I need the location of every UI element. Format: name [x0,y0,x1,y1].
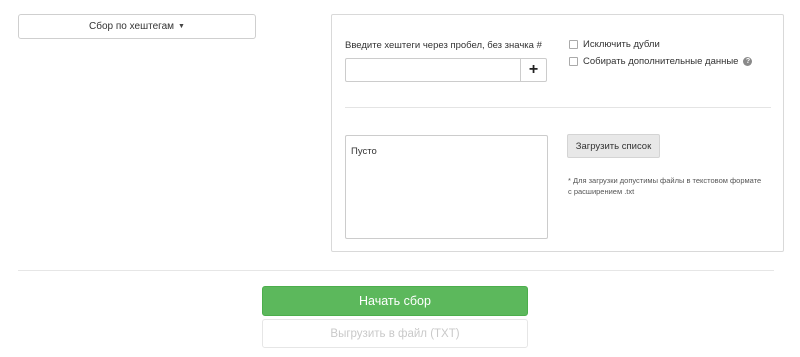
add-hashtag-button[interactable]: + [520,58,547,82]
section-divider [18,270,774,271]
exclude-duplicates-option[interactable]: Исключить дубли [569,39,660,50]
hashtag-input-hint: Введите хештеги через пробел, без значка… [345,40,542,51]
panel-divider [345,107,771,108]
collect-extra-data-option[interactable]: Собирать дополнительные данные ? [569,56,753,67]
export-txt-button[interactable]: Выгрузить в файл (TXT) [262,319,528,348]
caret-down-icon: ▼ [178,23,185,30]
collection-mode-label: Сбор по хештегам [89,21,175,32]
hashtag-input[interactable] [345,58,521,82]
start-collection-button[interactable]: Начать сбор [262,286,528,316]
exclude-duplicates-checkbox[interactable] [569,40,578,49]
question-circle-icon[interactable]: ? [743,57,753,66]
exclude-duplicates-label: Исключить дубли [583,39,660,50]
load-file-note: * Для загрузки допустимы файлы в текстов… [568,176,762,196]
collect-extra-data-label: Собирать дополнительные данные [583,56,739,67]
hashtag-list-textarea[interactable]: Пусто [345,135,548,239]
settings-panel: Введите хештеги через пробел, без значка… [331,14,784,252]
load-list-button[interactable]: Загрузить список [567,134,660,158]
collect-extra-data-checkbox[interactable] [569,57,578,66]
collection-mode-dropdown[interactable]: Сбор по хештегам ▼ [18,14,256,39]
